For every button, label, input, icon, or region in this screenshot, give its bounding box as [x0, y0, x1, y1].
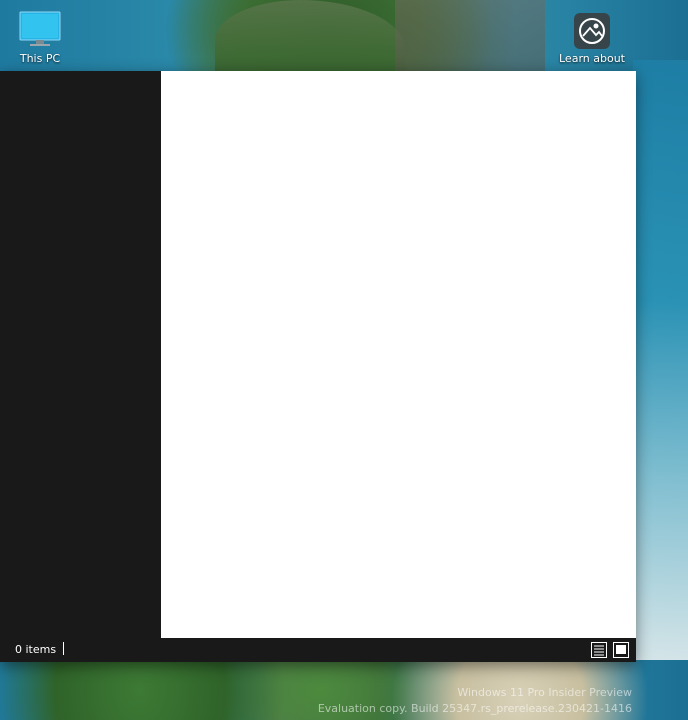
wallpaper-rock — [395, 0, 545, 75]
desktop-icon-label: This PC — [19, 52, 61, 65]
file-explorer-window: 0 items — [0, 71, 636, 662]
watermark-line-1: Windows 11 Pro Insider Preview — [457, 686, 632, 699]
this-pc-icon — [19, 11, 61, 46]
details-view-button[interactable] — [591, 642, 607, 658]
watermark-line-2: Evaluation copy. Build 25347.rs_prerelea… — [317, 702, 632, 715]
status-bar: 0 items — [0, 638, 636, 662]
large-icons-view-icon — [613, 642, 629, 658]
large-icons-view-button[interactable] — [613, 642, 629, 658]
desktop-icon-label: Learn about — [559, 52, 625, 65]
wallpaper-surf — [633, 60, 688, 660]
desktop-icon-learn-about[interactable]: Learn about — [552, 12, 632, 65]
status-divider — [63, 642, 64, 655]
details-view-icon — [591, 642, 607, 658]
item-count: 0 items — [15, 643, 57, 656]
desktop-icon-this-pc[interactable]: This PC — [0, 10, 80, 65]
learn-about-icon — [574, 13, 610, 49]
file-list-area[interactable] — [161, 71, 636, 638]
navigation-pane[interactable] — [0, 71, 161, 638]
